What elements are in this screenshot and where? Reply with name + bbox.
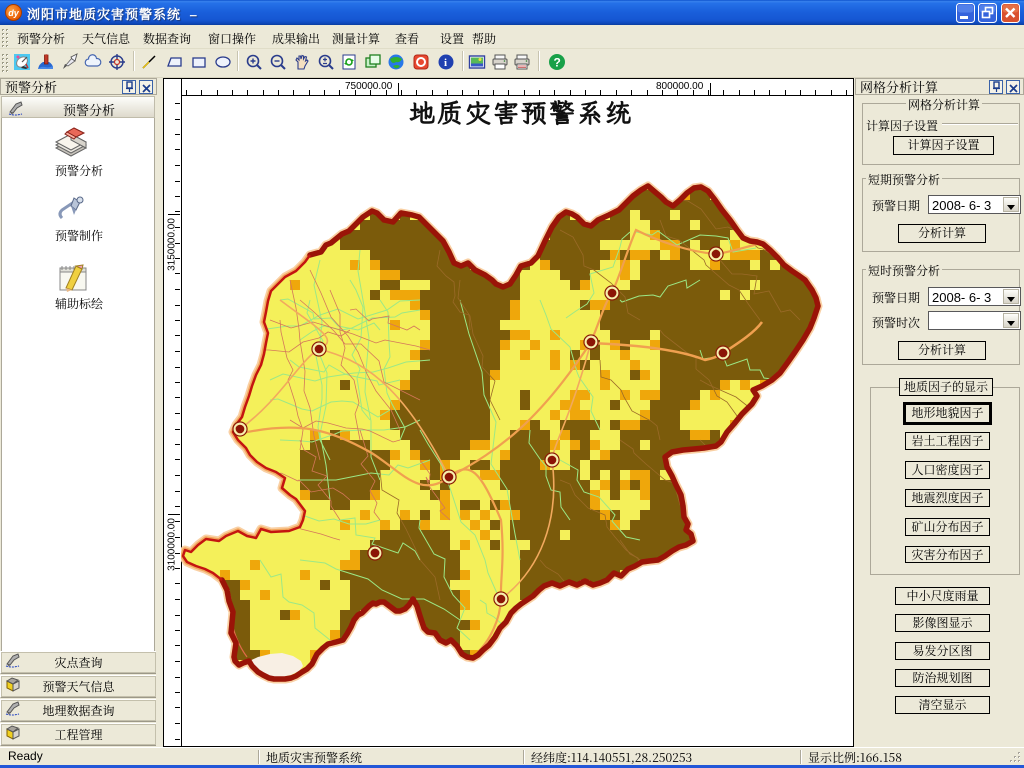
svg-text:?: ? bbox=[554, 56, 561, 70]
svg-text:i: i bbox=[444, 57, 447, 69]
